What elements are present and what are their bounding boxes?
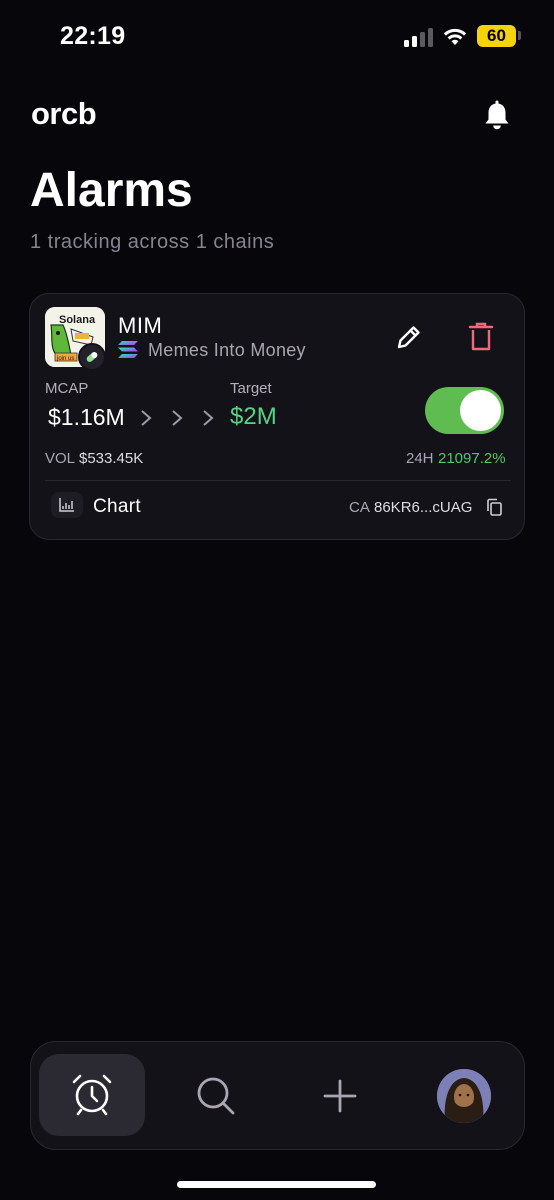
copy-icon[interactable]	[486, 498, 503, 517]
status-bar: 22:19 60	[0, 0, 554, 74]
toggle-knob	[460, 390, 501, 431]
home-indicator	[177, 1181, 376, 1188]
chevron-right-icon	[172, 410, 183, 426]
page-subtitle: 1 tracking across 1 chains	[30, 231, 275, 253]
alarm-toggle[interactable]	[425, 387, 504, 434]
cellular-signal-icon	[404, 27, 434, 47]
contract-address-label: CA	[349, 499, 370, 516]
search-icon	[197, 1077, 235, 1115]
chevron-right-icon	[203, 410, 214, 426]
svg-text:join us: join us	[56, 356, 74, 362]
edit-icon[interactable]	[394, 322, 424, 352]
divider	[45, 480, 511, 481]
notification-bell-icon[interactable]	[481, 99, 513, 131]
token-name: Memes Into Money	[148, 340, 306, 360]
battery-cap	[518, 31, 521, 40]
bottom-nav	[30, 1041, 525, 1150]
status-time: 22:19	[60, 22, 126, 50]
chevron-right-icon	[141, 410, 152, 426]
plus-icon	[323, 1079, 357, 1113]
volume-label: VOL	[45, 450, 76, 467]
contract-address-value[interactable]: 86KR6...cUAG	[374, 499, 472, 516]
alarm-card[interactable]: Solana join us memes MIM Memes Into Mone…	[29, 293, 525, 540]
chart-icon[interactable]	[51, 492, 83, 518]
target-value: $2M	[230, 403, 277, 430]
brand-logo: orcb	[31, 96, 97, 131]
page-title: Alarms	[30, 164, 193, 217]
change-label: 24H	[406, 450, 434, 467]
chart-link[interactable]: Chart	[93, 496, 141, 518]
nav-alarms[interactable]	[39, 1054, 145, 1136]
mcap-value: $1.16M	[48, 404, 125, 430]
svg-text:Solana: Solana	[59, 314, 96, 326]
token-badge	[78, 343, 106, 371]
nav-search[interactable]	[163, 1054, 269, 1136]
nav-add[interactable]	[287, 1054, 393, 1136]
battery-indicator: 60	[477, 25, 516, 47]
target-label: Target	[230, 380, 272, 397]
trash-icon[interactable]	[466, 321, 496, 353]
avatar[interactable]	[437, 1069, 491, 1123]
volume-value: $533.45K	[79, 450, 144, 467]
solana-icon	[118, 341, 138, 358]
token-symbol: MIM	[118, 313, 163, 338]
alarm-clock-icon	[72, 1074, 112, 1116]
change-value: 21097.2%	[438, 450, 506, 467]
wifi-icon	[443, 28, 467, 45]
mcap-label: MCAP	[45, 380, 89, 397]
